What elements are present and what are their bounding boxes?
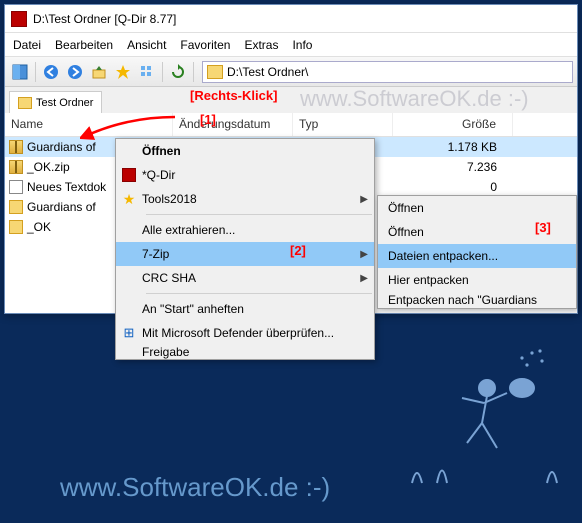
menu-extras[interactable]: Extras xyxy=(244,38,278,52)
menu-item-extract-all[interactable]: Alle extrahieren... xyxy=(116,218,374,242)
submenu-item-extract-files[interactable]: Dateien entpacken... xyxy=(378,244,576,268)
menu-datei[interactable]: Datei xyxy=(13,38,41,52)
menu-item-open[interactable]: Öffnen xyxy=(116,139,374,163)
submenu-item-extract-to[interactable]: Entpacken nach "Guardians xyxy=(378,292,576,308)
menu-item-crc[interactable]: CRC SHA▶ xyxy=(116,266,374,290)
chevron-right-icon: ▶ xyxy=(360,273,368,284)
favorites-icon[interactable] xyxy=(112,61,134,83)
menu-item-qdir[interactable]: *Q-Dir xyxy=(116,163,374,187)
address-bar[interactable]: D:\Test Ordner\ xyxy=(202,61,573,83)
toolbar: D:\Test Ordner\ xyxy=(5,57,577,87)
star-icon: ★ xyxy=(123,191,136,208)
forward-button[interactable] xyxy=(64,61,86,83)
folder-icon xyxy=(9,220,23,234)
titlebar[interactable]: D:\Test Ordner [Q-Dir 8.77] xyxy=(5,5,577,33)
tab-test-ordner[interactable]: Test Ordner xyxy=(9,91,102,113)
menu-item-tools[interactable]: ★Tools2018▶ xyxy=(116,187,374,211)
shield-icon: ⊞ xyxy=(124,325,135,341)
chevron-right-icon: ▶ xyxy=(360,249,368,260)
folder-icon xyxy=(18,97,32,109)
context-menu-7zip: Öffnen Öffnen Dateien entpacken... Hier … xyxy=(377,195,577,309)
decorative-doodle xyxy=(392,343,572,493)
toolbar-panes-icon[interactable] xyxy=(9,61,31,83)
context-menu-main: Öffnen *Q-Dir ★Tools2018▶ Alle extrahier… xyxy=(115,138,375,360)
submenu-item-open[interactable]: Öffnen xyxy=(378,196,576,220)
menu-favoriten[interactable]: Favoriten xyxy=(180,38,230,52)
tab-label: Test Ordner xyxy=(36,97,93,109)
address-text: D:\Test Ordner\ xyxy=(227,65,308,79)
zip-icon xyxy=(9,160,23,174)
up-button[interactable] xyxy=(88,61,110,83)
view-icon[interactable] xyxy=(136,61,158,83)
footer-watermark: www.SoftwareOK.de :-) xyxy=(60,472,330,503)
menu-item-pin[interactable]: An "Start" anheften xyxy=(116,297,374,321)
app-icon xyxy=(11,11,27,27)
tabbar: Test Ordner xyxy=(5,87,577,113)
col-name[interactable]: Name xyxy=(5,113,173,136)
zip-icon xyxy=(9,140,23,154)
txt-icon xyxy=(9,180,23,194)
menu-item-defender[interactable]: ⊞Mit Microsoft Defender überprüfen... xyxy=(116,321,374,345)
chevron-right-icon: ▶ xyxy=(360,194,368,205)
menu-info[interactable]: Info xyxy=(292,38,312,52)
refresh-icon[interactable] xyxy=(167,61,189,83)
col-size[interactable]: Größe xyxy=(393,113,513,136)
menu-ansicht[interactable]: Ansicht xyxy=(127,38,166,52)
menubar: Datei Bearbeiten Ansicht Favoriten Extra… xyxy=(5,33,577,57)
column-header: Name Änderungsdatum Typ Größe xyxy=(5,113,577,137)
menu-item-7zip[interactable]: 7-Zip▶ xyxy=(116,242,374,266)
folder-icon xyxy=(9,200,23,214)
separator xyxy=(146,214,372,215)
submenu-item-extract-here[interactable]: Hier entpacken xyxy=(378,268,576,292)
window-title: D:\Test Ordner [Q-Dir 8.77] xyxy=(33,12,176,26)
separator xyxy=(146,293,372,294)
col-type[interactable]: Typ xyxy=(293,113,393,136)
menu-item-freigabe[interactable]: Freigabe xyxy=(116,345,374,359)
col-date[interactable]: Änderungsdatum xyxy=(173,113,293,136)
back-button[interactable] xyxy=(40,61,62,83)
submenu-item-open2[interactable]: Öffnen xyxy=(378,220,576,244)
qdir-icon xyxy=(122,168,136,182)
menu-bearbeiten[interactable]: Bearbeiten xyxy=(55,38,113,52)
folder-icon xyxy=(207,65,223,79)
